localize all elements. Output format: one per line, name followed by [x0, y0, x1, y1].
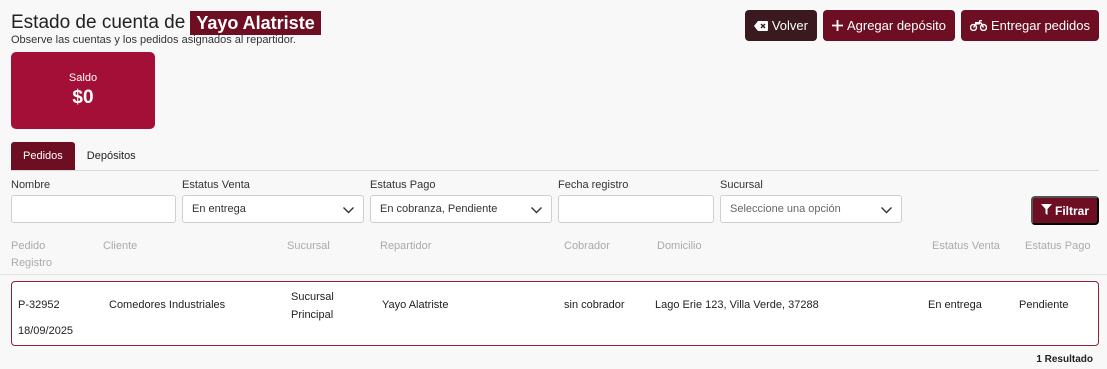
cell-repartidor: Yayo Alatriste — [382, 299, 449, 311]
sucursal-label: Sucursal — [720, 179, 763, 191]
add-deposit-label: Agregar depósito — [846, 18, 946, 33]
filter-icon — [1040, 203, 1052, 218]
cell-estatus-venta: En entrega — [928, 299, 982, 311]
cell-sucursal-line1: Sucursal — [291, 291, 334, 303]
result-count: 1 Resultado — [1036, 354, 1093, 365]
fecha-registro-input[interactable] — [558, 195, 714, 223]
cell-cliente: Comedores Industriales — [109, 299, 226, 311]
deliver-orders-label: Entregar pedidos — [990, 18, 1090, 33]
tab-depositos[interactable]: Depósitos — [75, 142, 148, 170]
sucursal-select[interactable]: Seleccione una opción — [720, 195, 902, 223]
header-actions: Volver Agregar depósito Entregar pedidos — [744, 10, 1099, 41]
column-pedido[interactable]: Pedido — [11, 238, 45, 255]
estatus-pago-select[interactable]: En cobranza, Pendiente — [370, 195, 552, 223]
balance-card: Saldo $0 — [11, 52, 155, 129]
page-subtitle: Observe las cuentas y los pedidos asigna… — [11, 34, 296, 46]
cell-pedido: P-32952 — [18, 299, 60, 311]
title-row: Estado de cuenta de Yayo Alatriste — [11, 11, 321, 35]
balance-value: $0 — [72, 87, 94, 108]
cell-sucursal-line2: Principal — [291, 309, 334, 321]
tab-pedidos[interactable]: Pedidos — [11, 142, 75, 170]
nombre-input[interactable] — [11, 195, 176, 223]
backspace-icon — [753, 20, 768, 31]
fecha-registro-label: Fecha registro — [558, 179, 629, 191]
nombre-label: Nombre — [11, 179, 51, 191]
chevron-down-icon — [531, 205, 542, 217]
filter-button[interactable]: Filtrar — [1031, 196, 1099, 225]
column-repartidor[interactable]: Repartidor — [380, 238, 431, 255]
column-cliente[interactable]: Cliente — [103, 238, 137, 255]
estatus-pago-label: Estatus Pago — [370, 179, 436, 191]
plus-icon — [831, 20, 843, 31]
estatus-pago-value: En cobranza, Pendiente — [380, 203, 498, 215]
column-cobrador[interactable]: Cobrador — [564, 238, 610, 255]
courier-name-tag: Yayo Alatriste — [190, 11, 321, 35]
back-button[interactable]: Volver — [744, 10, 817, 41]
column-sucursal[interactable]: Sucursal — [287, 238, 330, 255]
page-title: Estado de cuenta de — [11, 12, 186, 33]
balance-label: Saldo — [68, 72, 98, 84]
column-registro[interactable]: Registro — [11, 255, 52, 272]
filter-button-label: Filtrar — [1054, 203, 1089, 218]
deliver-orders-button[interactable]: Entregar pedidos — [960, 10, 1099, 41]
motorcycle-icon — [969, 20, 987, 31]
page-header: Estado de cuenta de Yayo Alatriste Obser… — [11, 11, 321, 46]
add-deposit-button[interactable]: Agregar depósito — [822, 10, 955, 41]
back-button-label: Volver — [771, 18, 808, 33]
table-row[interactable]: P-32952 18/09/2025 Comedores Industriale… — [11, 281, 1099, 346]
cell-registro: 18/09/2025 — [18, 325, 74, 337]
cell-estatus-pago: Pendiente — [1019, 299, 1069, 311]
estatus-venta-value: En entrega — [192, 203, 246, 215]
cell-cobrador: sin cobrador — [564, 299, 625, 311]
column-estatus-pago[interactable]: Estatus Pago — [1025, 238, 1090, 255]
tab-bar: Pedidos Depósitos — [11, 142, 1099, 171]
column-estatus-venta[interactable]: Estatus Venta — [932, 238, 1000, 255]
chevron-down-icon — [881, 205, 892, 217]
table-header: Pedido Registro Cliente Sucursal Reparti… — [0, 238, 1107, 275]
sucursal-placeholder: Seleccione una opción — [730, 203, 841, 215]
chevron-down-icon — [343, 205, 354, 217]
estatus-venta-select[interactable]: En entrega — [182, 195, 364, 223]
column-domicilio[interactable]: Domicilio — [657, 238, 702, 255]
cell-domicilio: Lago Erie 123, Villa Verde, 37288 — [655, 299, 819, 311]
estatus-venta-label: Estatus Venta — [182, 179, 250, 191]
